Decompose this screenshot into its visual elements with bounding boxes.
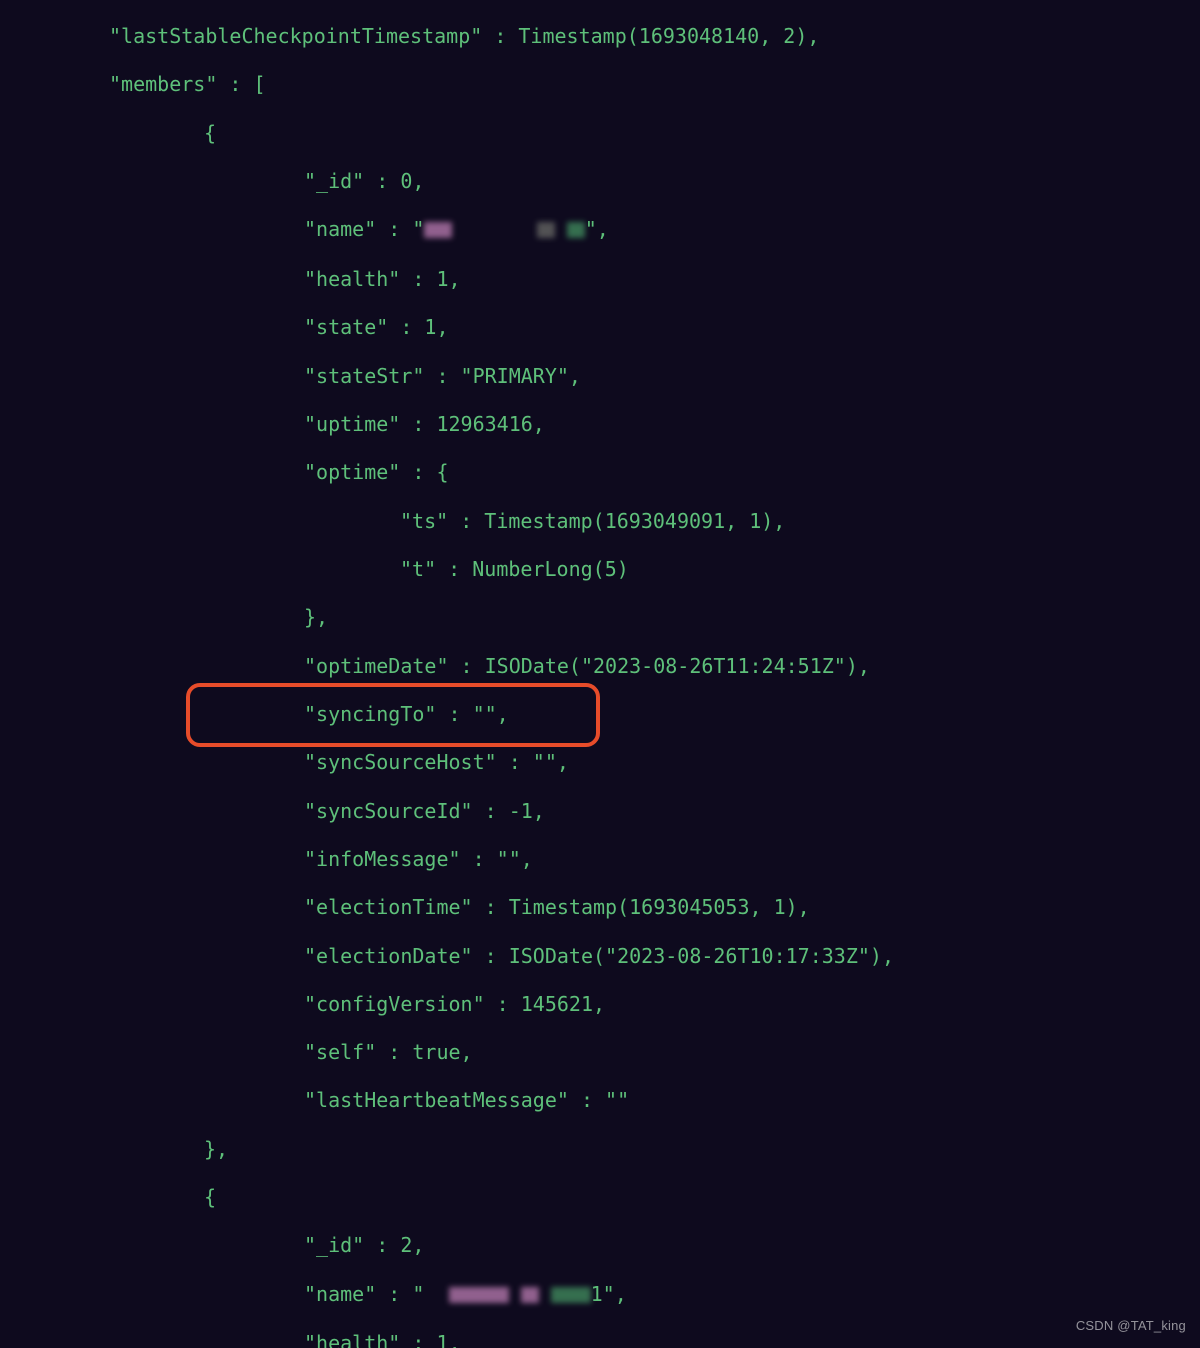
code-line: "electionDate" : ISODate("2023-08-26T10:… — [0, 944, 1200, 968]
code-line: "syncSourceHost" : "", — [0, 750, 1200, 774]
code-line: "optime" : { — [0, 460, 1200, 484]
code-line: { — [0, 1185, 1200, 1209]
code-line: "t" : NumberLong(5) — [0, 557, 1200, 581]
code-line: "_id" : 0, — [0, 169, 1200, 193]
code-line: "infoMessage" : "", — [0, 847, 1200, 871]
code-line: "lastStableCheckpointTimestamp" : Timest… — [0, 24, 1200, 48]
code-line: "lastHeartbeatMessage" : "" — [0, 1088, 1200, 1112]
watermark: CSDN @TAT_king — [1076, 1314, 1186, 1338]
code-line: }, — [0, 1137, 1200, 1161]
redacted-name — [424, 1281, 590, 1305]
code-line: "optimeDate" : ISODate("2023-08-26T11:24… — [0, 654, 1200, 678]
code-line: "syncingTo" : "", — [0, 702, 1200, 726]
code-line: "ts" : Timestamp(1693049091, 1), — [0, 509, 1200, 533]
code-line: "health" : 1, — [0, 267, 1200, 291]
code-text: 1", — [591, 1282, 627, 1306]
code-line: "stateStr" : "PRIMARY", — [0, 364, 1200, 388]
code-line: "uptime" : 12963416, — [0, 412, 1200, 436]
code-line: "state" : 1, — [0, 315, 1200, 339]
code-line: "name" : " ", — [0, 217, 1200, 243]
code-text: "name" : " — [304, 1282, 424, 1306]
code-line: "self" : true, — [0, 1040, 1200, 1064]
code-line: "configVersion" : 145621, — [0, 992, 1200, 1016]
code-line: { — [0, 121, 1200, 145]
code-line: "electionTime" : Timestamp(1693045053, 1… — [0, 895, 1200, 919]
code-line: "health" : 1, — [0, 1331, 1200, 1348]
code-line: }, — [0, 605, 1200, 629]
code-line: "members" : [ — [0, 72, 1200, 96]
code-text: "name" : " — [304, 217, 424, 241]
code-line: "syncSourceId" : -1, — [0, 799, 1200, 823]
redacted-name — [424, 217, 584, 241]
code-line: "_id" : 2, — [0, 1233, 1200, 1257]
code-line: "name" : " 1", — [0, 1282, 1200, 1308]
code-block: "lastStableCheckpointTimestamp" : Timest… — [0, 0, 1200, 1348]
code-text: ", — [585, 217, 609, 241]
